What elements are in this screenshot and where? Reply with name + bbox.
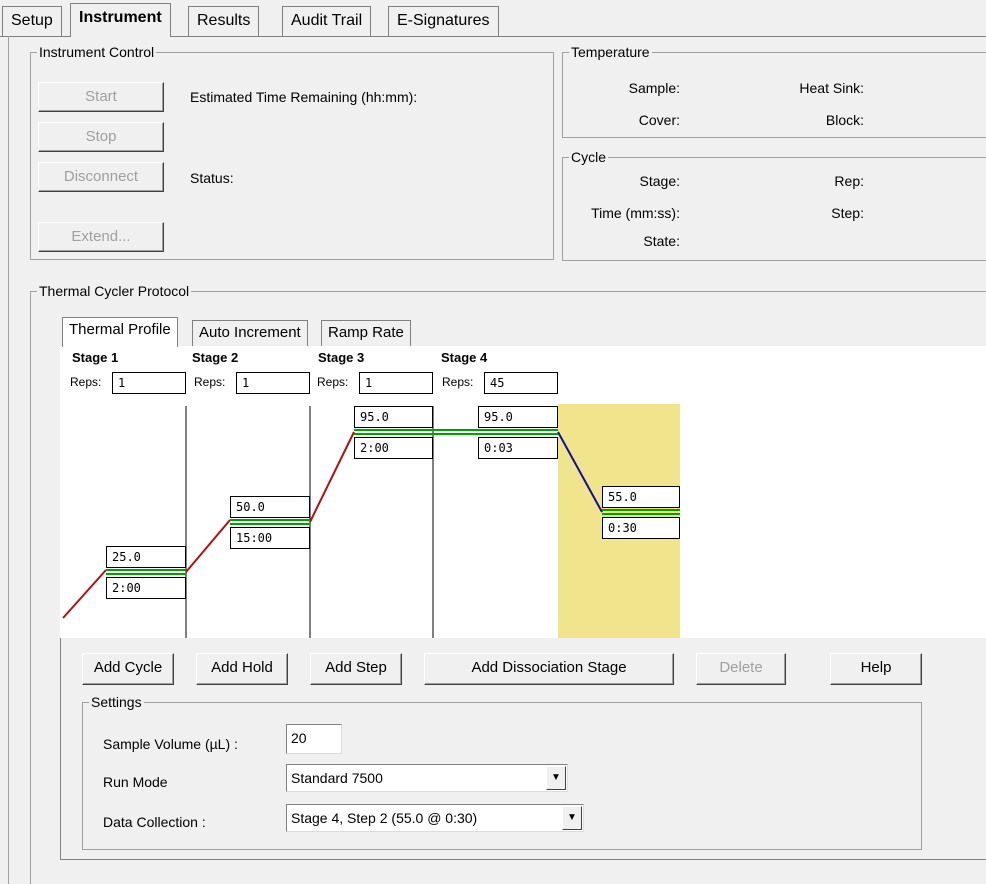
cycle-state-label: State: — [643, 233, 680, 249]
step-time-input[interactable]: 0:03 — [478, 437, 558, 459]
sample-temp-label: Sample: — [628, 80, 680, 96]
run-mode-label: Run Mode — [103, 774, 168, 790]
settings-title: Settings — [89, 694, 144, 710]
stage-3-reps-input[interactable]: 1 — [359, 372, 433, 394]
step-temp-input[interactable]: 55.0 — [602, 486, 680, 508]
stop-button[interactable]: Stop — [38, 122, 164, 152]
add-step-button[interactable]: Add Step — [310, 653, 402, 685]
step-time-input[interactable]: 15:00 — [230, 527, 310, 549]
step-time-input[interactable]: 2:00 — [354, 437, 433, 459]
extend-button[interactable]: Extend... — [38, 222, 164, 252]
cycle-time-label: Time (mm:ss): — [591, 205, 680, 221]
stage-2-reps-input[interactable]: 1 — [236, 372, 310, 394]
add-dissociation-stage-button[interactable]: Add Dissociation Stage — [424, 653, 674, 685]
data-collection-label: Data Collection : — [103, 814, 206, 830]
stage-3-title: Stage 3 — [318, 350, 365, 365]
stage-1-reps-input[interactable]: 1 — [112, 372, 186, 394]
tab-setup[interactable]: Setup — [2, 6, 62, 36]
add-cycle-button[interactable]: Add Cycle — [82, 653, 174, 685]
add-hold-button[interactable]: Add Hold — [196, 653, 288, 685]
stage-4-reps-input[interactable]: 45 — [484, 372, 558, 394]
run-mode-select[interactable]: Standard 7500 ▼ — [286, 764, 568, 792]
step-temp-input[interactable]: 25.0 — [106, 546, 186, 568]
reps-label: Reps: — [194, 375, 226, 389]
sample-volume-input[interactable]: 20 — [286, 724, 342, 754]
tab-instrument[interactable]: Instrument — [70, 3, 171, 37]
block-temp-label: Block: — [825, 112, 864, 128]
step-temp-input[interactable]: 95.0 — [478, 406, 558, 428]
temperature-title: Temperature — [569, 44, 652, 60]
reps-label: Reps: — [70, 375, 102, 389]
help-button[interactable]: Help — [830, 653, 922, 685]
disconnect-button[interactable]: Disconnect — [38, 162, 164, 192]
cycle-step-label: Step: — [831, 205, 864, 221]
cycle-stage-label: Stage: — [639, 173, 680, 189]
chevron-down-icon[interactable]: ▼ — [546, 766, 566, 790]
cover-temp-label: Cover: — [638, 112, 680, 128]
step-time-input[interactable]: 0:30 — [602, 517, 680, 539]
run-mode-value: Standard 7500 — [291, 770, 383, 786]
stage-4-title: Stage 4 — [441, 350, 488, 365]
start-button[interactable]: Start — [38, 82, 164, 112]
ramp-up-line — [185, 519, 231, 573]
stage-2-title: Stage 2 — [192, 350, 239, 365]
tab-auto-increment[interactable]: Auto Increment — [192, 320, 308, 346]
heat-sink-temp-label: Heat Sink: — [799, 80, 864, 96]
stage-1-title: Stage 1 — [72, 350, 119, 365]
tab-thermal-profile[interactable]: Thermal Profile — [62, 317, 178, 347]
cycle-title: Cycle — [569, 149, 609, 165]
data-collection-select[interactable]: Stage 4, Step 2 (55.0 @ 0:30) ▼ — [286, 804, 584, 832]
thermal-profile-area: Stage 1 Stage 2 Stage 3 Stage 4 Reps: 1 … — [60, 346, 986, 638]
chevron-down-icon[interactable]: ▼ — [562, 806, 582, 830]
ramp-up-line — [309, 431, 355, 523]
step-time-input[interactable]: 2:00 — [106, 577, 186, 599]
cycle-rep-label: Rep: — [834, 173, 864, 189]
tab-audit-trail[interactable]: Audit Trail — [282, 6, 372, 36]
tab-ramp-rate[interactable]: Ramp Rate — [321, 320, 411, 346]
delete-button[interactable]: Delete — [696, 653, 786, 685]
top-tab-bar: Setup Instrument Results Audit Trail E-S… — [0, 0, 986, 37]
step-temp-input[interactable]: 95.0 — [354, 406, 433, 428]
ramp-up-line — [62, 569, 107, 619]
status-label: Status: — [190, 170, 234, 186]
reps-label: Reps: — [317, 375, 349, 389]
sample-volume-label: Sample Volume (µL) : — [103, 736, 238, 752]
reps-label: Reps: — [442, 375, 474, 389]
data-collection-value: Stage 4, Step 2 (55.0 @ 0:30) — [291, 810, 478, 826]
tab-results[interactable]: Results — [188, 6, 260, 36]
protocol-title: Thermal Cycler Protocol — [37, 283, 192, 299]
tab-e-signatures[interactable]: E-Signatures — [388, 6, 499, 36]
time-remaining-label: Estimated Time Remaining (hh:mm): — [190, 89, 418, 105]
step-temp-input[interactable]: 50.0 — [230, 496, 310, 518]
instrument-control-title: Instrument Control — [37, 44, 157, 60]
